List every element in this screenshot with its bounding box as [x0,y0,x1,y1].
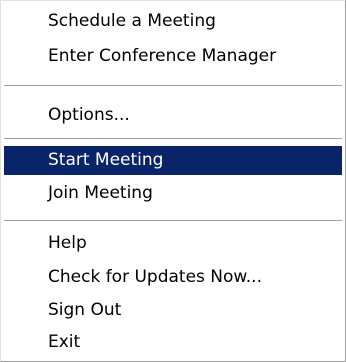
menu-item-enter-conference-manager[interactable]: Enter Conference Manager [4,42,342,71]
menu-item-schedule-meeting[interactable]: Schedule a Meeting [4,7,342,36]
menu-item-start-meeting[interactable]: Start Meeting [4,146,342,175]
menu-separator [4,138,342,140]
menu-item-exit[interactable]: Exit [4,328,342,357]
menu-item-options[interactable]: Options... [4,101,342,130]
menu-separator [4,85,342,87]
menu-separator [4,220,342,222]
context-menu: Schedule a Meeting Enter Conference Mana… [0,0,346,362]
menu-item-check-for-updates[interactable]: Check for Updates Now... [4,263,342,292]
menu-item-sign-out[interactable]: Sign Out [4,296,342,325]
menu-item-help[interactable]: Help [4,229,342,258]
menu-item-join-meeting[interactable]: Join Meeting [4,179,342,208]
